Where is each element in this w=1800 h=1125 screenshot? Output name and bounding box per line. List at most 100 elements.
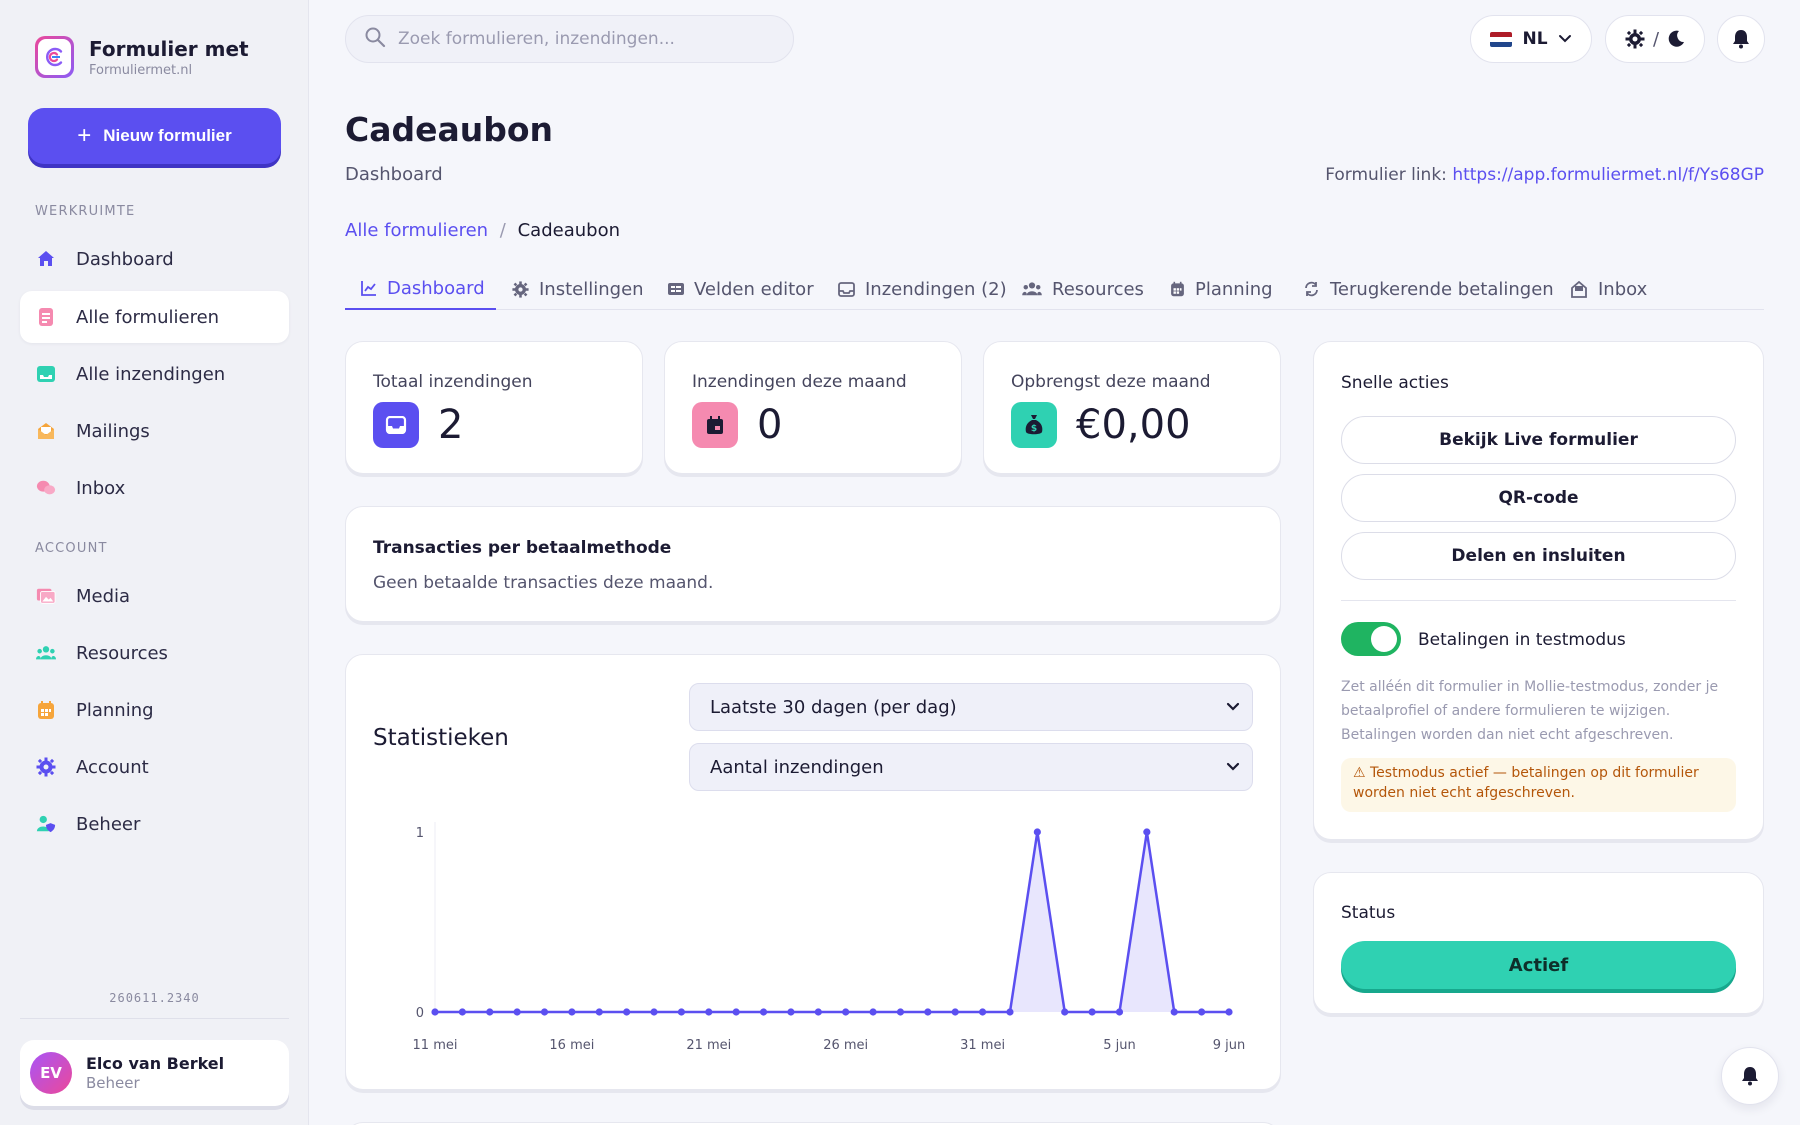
mail-icon [36,421,56,441]
sidebar-item-label: Planning [76,699,154,721]
series-line [435,830,1229,1014]
theme-toggle[interactable]: / [1605,15,1705,63]
tab-label: Velden editor [694,278,814,300]
data-point [595,1008,603,1016]
calendar-icon [36,700,56,720]
data-point [705,1008,713,1016]
tab-inzendingen[interactable]: Inzendingen (2) [838,268,1007,310]
data-point [978,1008,987,1016]
user-role: Beheer [86,1074,140,1092]
breadcrumb-separator: / [499,220,506,241]
media-icon [36,586,56,606]
tab-velden-editor[interactable]: Velden editor [668,268,814,310]
money-bag-icon: $ [1011,402,1057,448]
tab-resources[interactable]: Resources [1022,268,1144,310]
tab-label: Inzendingen (2) [865,278,1007,300]
page-subtitle: Dashboard [345,164,443,185]
tab-inbox[interactable]: Inbox [1570,268,1647,310]
x-tick-label: 9 jun [1213,1038,1246,1053]
tab-label: Instellingen [539,278,644,300]
form-link-url[interactable]: https://app.formuliermet.nl/f/Ys68GP [1452,165,1764,185]
sidebar-item-mailings[interactable]: Mailings [20,405,289,457]
tab-dashboard[interactable]: Dashboard [345,268,496,310]
data-point [1115,1008,1124,1016]
sidebar-item-label: Dashboard [76,248,174,270]
brand-title: Formulier met [89,36,249,61]
plus-icon: + [77,122,92,149]
x-tick-label: 16 mei [549,1038,594,1053]
theme-separator: / [1652,28,1660,50]
language-label: NL [1522,29,1548,49]
tab-label: Terugkerende betalingen [1330,278,1554,300]
data-point [732,1008,740,1016]
test-mode-toggle[interactable] [1341,622,1401,656]
sidebar-item-label: Alle formulieren [76,306,220,328]
data-point [924,1008,932,1016]
new-form-label: Nieuw formulier [103,126,232,145]
inbox-icon [838,281,855,297]
data-point [1006,1008,1014,1016]
user-card[interactable]: EV Elco van Berkel Beheer [20,1040,289,1106]
stat-label: Opbrengst deze maand [1011,372,1211,392]
calendar-icon [692,402,738,448]
sidebar-item-beheer[interactable]: Beheer [20,798,289,850]
data-point [787,1008,795,1016]
search-bar[interactable] [345,15,794,63]
tab-terugkerende-betalingen[interactable]: Terugkerende betalingen [1303,268,1554,310]
sidebar-item-alle-inzendingen[interactable]: Alle inzendingen [20,348,289,400]
stat-label: Inzendingen deze maand [692,372,907,392]
tab-planning[interactable]: Planning [1170,268,1273,310]
stat-card-submissions-month: Inzendingen deze maand 0 [664,341,962,474]
sidebar-item-inbox[interactable]: Inbox [20,462,289,514]
transactions-empty-text: Geen betaalde transacties deze maand. [373,573,714,593]
chevron-down-icon [1558,34,1572,44]
svg-text:$: $ [1031,424,1037,434]
calendar-icon [1170,281,1185,297]
brand[interactable]: Formulier met Formuliermet.nl [35,36,249,78]
new-form-button[interactable]: + Nieuw formulier [28,108,281,164]
notifications-button[interactable] [1717,15,1765,63]
share-embed-button[interactable]: Delen en insluiten [1341,532,1736,580]
page-title: Cadeaubon [345,110,554,149]
form-icon [36,307,56,327]
sidebar-item-label: Resources [76,642,168,664]
tab-label: Resources [1052,278,1144,300]
statistics-card: Statistieken Laatste 30 dagen (per dag) … [345,654,1281,1090]
sidebar-item-account[interactable]: Account [20,741,289,793]
status-active-button[interactable]: Actief [1341,941,1736,989]
y-tick-label: 1 [416,826,424,841]
test-mode-label: Betalingen in testmodus [1418,630,1626,650]
view-live-form-button[interactable]: Bekijk Live formulier [1341,416,1736,464]
repeat-icon [1303,281,1320,297]
inbox-icon [36,364,56,384]
sun-gear-icon [1625,29,1645,49]
data-point [869,1008,877,1016]
sidebar-item-resources[interactable]: Resources [20,627,289,679]
search-input[interactable] [398,29,778,49]
sidebar-item-alle-formulieren[interactable]: Alle formulieren [20,291,289,343]
floating-notifications-button[interactable] [1721,1047,1779,1105]
stat-card-total-submissions: Totaal inzendingen 2 [345,341,643,474]
brand-subtitle: Formuliermet.nl [89,62,193,78]
sidebar-item-planning[interactable]: Planning [20,684,289,736]
bell-icon [1732,29,1750,49]
submissions-chart: 0 1 11 mei 16 mei 21 mei 26 mei 31 mei 5 jun 9 j… [413,822,1246,1053]
sidebar-item-media[interactable]: Media [20,570,289,622]
data-point [1061,1008,1069,1016]
user-shield-icon [36,814,56,834]
qr-code-button[interactable]: QR-code [1341,474,1736,522]
chat-icon [36,478,56,498]
data-point [677,1008,686,1016]
sidebar-item-dashboard[interactable]: Dashboard [20,233,289,285]
tab-label: Inbox [1598,278,1648,300]
stat-value: 0 [757,402,783,448]
transactions-title: Transacties per betaalmethode [373,538,672,558]
data-point [1143,828,1151,836]
language-select[interactable]: NL [1470,15,1592,63]
tab-instellingen[interactable]: Instellingen [512,268,644,310]
bell-icon [1741,1066,1759,1086]
breadcrumb-root[interactable]: Alle formulieren [345,220,488,241]
tab-label: Dashboard [387,277,485,299]
search-icon [364,26,386,52]
y-tick-label: 0 [416,1006,424,1021]
